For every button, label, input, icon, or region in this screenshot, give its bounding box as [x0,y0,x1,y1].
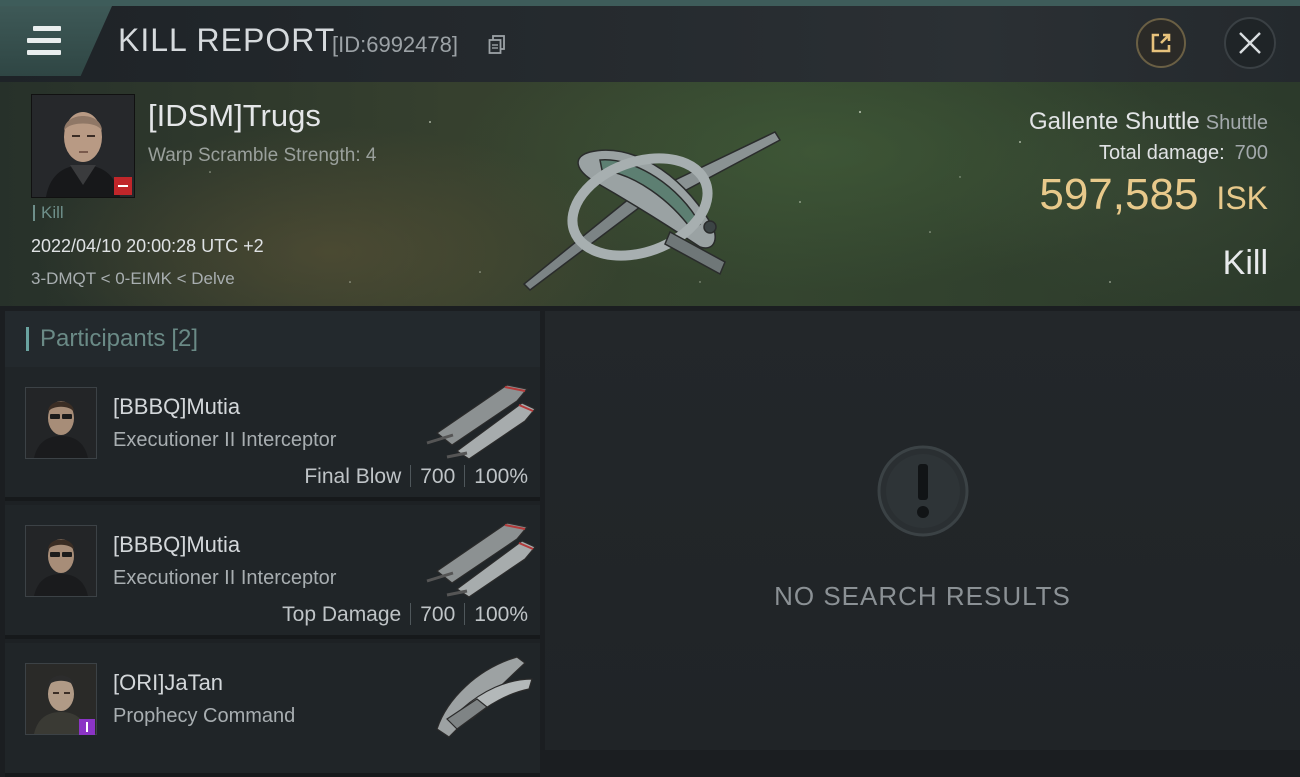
isk-value: 597,585 [1039,170,1199,219]
ship-name-text: Gallente Shuttle [1028,108,1200,135]
exclamation-icon [877,445,969,537]
participant-percent: 100% [474,603,528,626]
top-accent-line [0,0,1300,6]
participant-row[interactable]: [BBBQ]Mutia Executioner II Interceptor F… [5,367,540,501]
participant-damage: 700 [420,603,456,626]
participant-name: [ORI]JaTan [113,670,224,695]
participant-ship: Prophecy Command [113,705,296,727]
participants-title-text: Participants [40,325,166,352]
menu-icon [27,26,61,62]
participant-ship: Executioner II Interceptor [113,567,337,589]
participants-title: Participants [2] [40,325,198,353]
participants-count: [2] [171,325,199,352]
portrait-image [26,526,96,596]
share-button[interactable] [1136,18,1186,68]
total-damage: Total damage: 700 [1099,142,1268,165]
close-button[interactable] [1224,17,1276,69]
participant-ship: Executioner II Interceptor [113,429,337,451]
participant-damage: 700 [420,465,456,488]
total-damage-value: 700 [1234,142,1268,164]
avatar[interactable] [25,387,97,459]
participant-name: [BBBQ]Mutia [113,394,241,419]
report-id: [ID:6992478] [332,32,458,57]
participant-stats: Top Damage 700 100% [282,603,528,627]
kill-location[interactable]: 3-DMQT < 0-EIMK < Delve [31,269,235,289]
victim-ship-image [522,131,782,291]
participant-ship-image [426,522,536,598]
victim-subtitle: Warp Scramble Strength: 4 [148,145,377,166]
participant-role: Top Damage [282,603,402,626]
ship-class-text: Shuttle [1205,112,1268,134]
close-icon [1239,32,1261,54]
participant-row[interactable]: [BBBQ]Mutia Executioner II Interceptor T… [5,505,540,639]
isk-unit: ISK [1216,180,1268,216]
victim-name[interactable]: [IDSM]Trugs [148,98,321,134]
page-title: KILL REPORT [118,22,336,58]
kill-result-label: Kill [1222,244,1268,282]
victim-ship-name[interactable]: Gallente Shuttle Shuttle [1029,108,1268,136]
participant-row[interactable]: [ORI]JaTan Prophecy Command [5,643,540,777]
participant-stats: Final Blow 700 100% [304,465,528,489]
kill-datetime: 2022/04/10 20:00:28 UTC +2 [31,236,264,256]
total-damage-label: Total damage: [1098,142,1225,164]
no-results-text: NO SEARCH RESULTS [774,581,1071,611]
header-accent-bar [26,327,29,351]
top-bar: KILL REPORT [ID:6992478] [0,0,1300,82]
portrait-image [26,388,96,458]
share-icon [1151,33,1171,53]
participant-ship-image [436,656,533,738]
menu-button[interactable] [0,6,112,76]
search-results-panel: NO SEARCH RESULTS [545,311,1300,750]
participant-role: Final Blow [304,465,402,488]
kill-tag: Kill [33,204,64,221]
participant-percent: 100% [474,465,528,488]
participants-header: Participants [2] [5,311,540,367]
corp-badge-icon [114,177,132,195]
alliance-badge-icon [79,719,95,735]
participant-name: [BBBQ]Mutia [113,532,241,557]
participants-panel: Participants [2] [BBBQ]Mutia Executioner … [5,311,540,777]
copy-icon[interactable] [488,35,506,55]
participant-ship-image [426,384,536,460]
isk-value-line: 597,585 ISK [1039,170,1268,220]
victim-banner: [IDSM]Trugs Warp Scramble Strength: 4 Ki… [0,82,1300,306]
avatar[interactable] [25,525,97,597]
